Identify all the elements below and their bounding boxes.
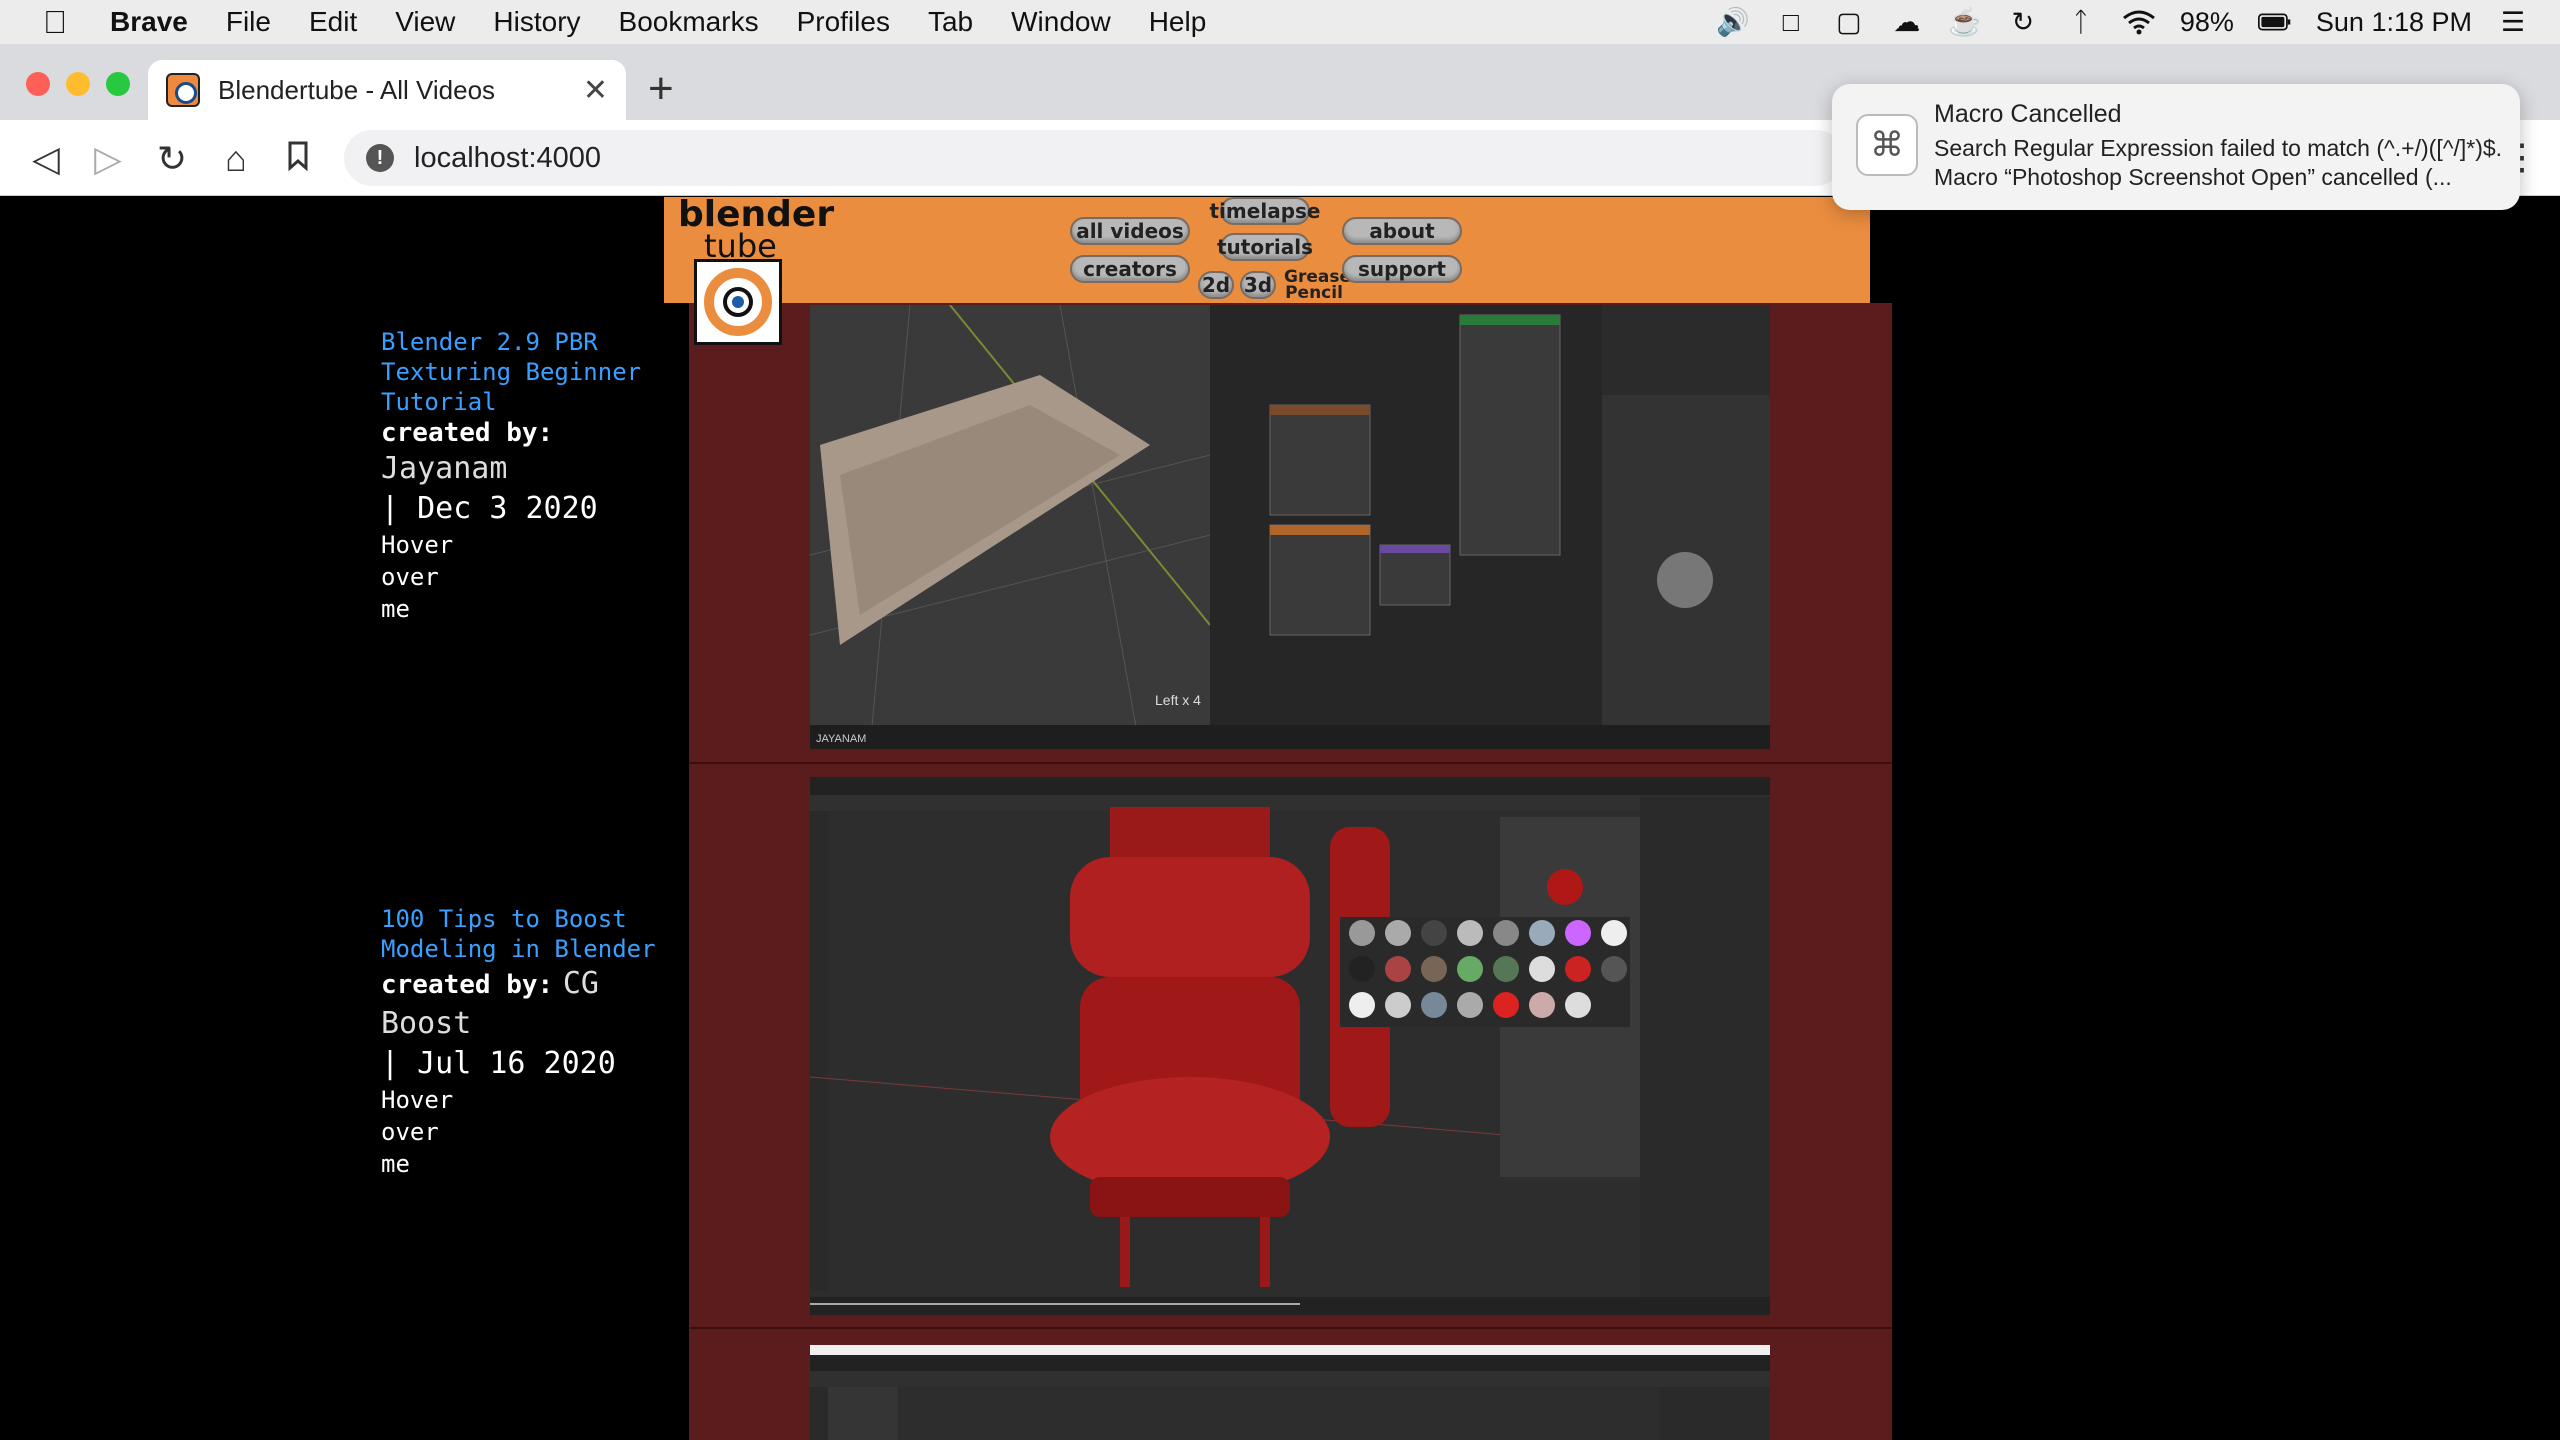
address-bar[interactable]: ! localhost:4000 <box>344 130 1844 186</box>
time-machine-icon[interactable]: ↻ <box>2006 7 2040 37</box>
blender-third-screenshot <box>810 1345 1770 1440</box>
video-date: | Jul 16 2020 <box>381 1046 616 1081</box>
wifi-icon[interactable] <box>2122 7 2156 37</box>
video-title-link[interactable]: Blender 2.9 PBR Texturing Beginner Tutor… <box>381 327 661 417</box>
battery-icon[interactable] <box>2257 7 2292 37</box>
bookmark-icon[interactable] <box>278 138 318 180</box>
cloud-icon[interactable]: ☁ <box>1890 7 1924 37</box>
nav-support[interactable]: support <box>1342 255 1462 283</box>
site-info-icon[interactable]: ! <box>366 144 394 172</box>
cup-icon[interactable]: ☕ <box>1948 7 1982 37</box>
browser-tab-active[interactable]: Blendertube - All Videos ✕ <box>148 60 626 120</box>
hover-hint[interactable]: Hover over me <box>381 1084 453 1180</box>
thumbnail-overlay-text: Left x 4 <box>1155 692 1201 708</box>
bluetooth-icon[interactable]: ᛏ <box>2064 7 2098 37</box>
blender-eye-logo-icon[interactable] <box>694 259 782 345</box>
created-by-label: created by: <box>381 418 554 448</box>
menu-view[interactable]: View <box>395 6 455 38</box>
screen-icon[interactable]: ▢ <box>1832 7 1866 37</box>
home-icon[interactable]: ⌂ <box>216 138 256 180</box>
nav-timelapse[interactable]: timelapse <box>1210 197 1320 225</box>
video-date: | Dec 3 2020 <box>381 491 598 526</box>
tab-title: Blendertube - All Videos <box>218 74 496 105</box>
blender-pbr-screenshot: Left x 4 JAYANAM <box>810 305 1770 749</box>
notification-body: Search Regular Expression failed to matc… <box>1934 135 2503 190</box>
video-thumbnail-2[interactable] <box>810 777 1770 1315</box>
nav-grease-pencil[interactable]: Grease Pencil <box>1284 269 1351 302</box>
nav-about[interactable]: about <box>1342 217 1462 245</box>
clock[interactable]: Sun 1:18 PM <box>2316 7 2472 38</box>
nav-all-videos[interactable]: all videos <box>1070 217 1190 245</box>
forward-arrow-icon[interactable]: ▷ <box>88 138 128 180</box>
new-tab-plus-icon[interactable]: + <box>648 64 674 114</box>
menu-history[interactable]: History <box>493 6 580 38</box>
reload-icon[interactable]: ↻ <box>152 138 192 180</box>
site-header: blender tube all videos creators timelap… <box>664 197 1870 345</box>
menu-app-name[interactable]: Brave <box>110 6 188 38</box>
web-page: Left x 4 JAYANAM Blender 2.9 PBR Texturi… <box>0 197 2560 1440</box>
nav-3d[interactable]: 3d <box>1240 271 1276 299</box>
url-text[interactable]: localhost:4000 <box>414 142 601 175</box>
macos-menu-bar:  Brave File Edit View History Bookmarks… <box>0 0 2560 44</box>
blender-modeling-screenshot <box>810 777 1770 1315</box>
video-thumbnail-1[interactable]: Left x 4 JAYANAM <box>810 305 1770 749</box>
app-status-icon[interactable]: □ <box>1774 7 1808 37</box>
notification-title: Macro Cancelled <box>1934 100 2122 128</box>
battery-percent: 98% <box>2179 6 2234 37</box>
blendertube-favicon-icon <box>166 73 200 107</box>
video-divider <box>689 1327 1892 1329</box>
menu-help[interactable]: Help <box>1149 6 1207 38</box>
nav-creators[interactable]: creators <box>1070 255 1190 283</box>
macro-notification[interactable]: ⌘ Macro Cancelled Search Regular Express… <box>1832 84 2520 210</box>
nav-2d[interactable]: 2d <box>1198 271 1234 299</box>
menu-window[interactable]: Window <box>1011 6 1111 38</box>
hover-hint[interactable]: Hover over me <box>381 529 453 625</box>
keyboard-maestro-icon: ⌘ <box>1856 114 1918 176</box>
menu-bookmarks[interactable]: Bookmarks <box>619 6 759 38</box>
apple-icon[interactable]:  <box>0 4 110 41</box>
video-author: Jayanam <box>381 451 508 486</box>
close-window-button[interactable] <box>26 72 50 96</box>
menu-profiles[interactable]: Profiles <box>797 6 890 38</box>
control-center-icon[interactable]: ☰ <box>2496 7 2530 37</box>
video-thumbnail-3[interactable] <box>810 1345 1770 1440</box>
thumbnail-channel-text: JAYANAM <box>816 733 866 745</box>
video-title-link[interactable]: 100 Tips to Boost Modeling in Blender <box>381 904 661 964</box>
volume-icon[interactable]: 🔊 <box>1716 7 1750 37</box>
nav-tutorials[interactable]: tutorials <box>1217 233 1313 261</box>
video-info-2: 100 Tips to Boost Modeling in Blender cr… <box>381 904 661 1180</box>
video-info-1: Blender 2.9 PBR Texturing Beginner Tutor… <box>381 327 661 625</box>
back-arrow-icon[interactable]: ◁ <box>26 138 66 180</box>
created-by-label: created by: <box>381 970 554 1000</box>
menu-tab[interactable]: Tab <box>928 6 973 38</box>
minimize-window-button[interactable] <box>66 72 90 96</box>
video-divider <box>689 762 1892 764</box>
menu-file[interactable]: File <box>226 6 271 38</box>
menu-edit[interactable]: Edit <box>309 6 357 38</box>
zoom-window-button[interactable] <box>106 72 130 96</box>
tab-close-icon[interactable]: ✕ <box>583 73 608 108</box>
